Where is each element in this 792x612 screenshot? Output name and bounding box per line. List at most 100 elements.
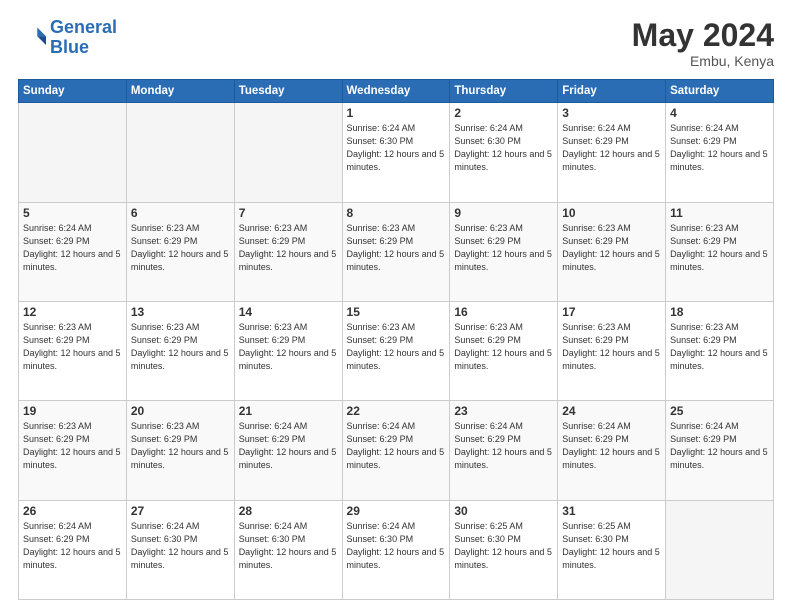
logo-icon <box>18 24 46 52</box>
calendar-cell: 13Sunrise: 6:23 AMSunset: 6:29 PMDayligh… <box>126 301 234 400</box>
weekday-header-monday: Monday <box>126 80 234 103</box>
calendar-cell: 17 Sunrise: 6:23 AMSunset: 6:29 PMDayligh… <box>558 301 666 400</box>
day-number: 11 <box>670 206 769 220</box>
calendar-cell: 23Sunrise: 6:24 AMSunset: 6:29 PMDayligh… <box>450 401 558 500</box>
logo-text: General Blue <box>50 18 117 58</box>
day-number: 4 <box>670 106 769 120</box>
day-info: Sunrise: 6:24 AMSunset: 6:29 PMDaylight:… <box>23 222 122 274</box>
calendar-cell: 22Sunrise: 6:24 AMSunset: 6:29 PMDayligh… <box>342 401 450 500</box>
page: General Blue May 2024 Embu, Kenya Sunday… <box>0 0 792 612</box>
day-info: Sunrise: 6:23 AMSunset: 6:29 PMDaylight:… <box>131 420 230 472</box>
day-number: 6 <box>131 206 230 220</box>
day-info: Sunrise: 6:23 AMSunset: 6:29 PMDaylight:… <box>347 222 446 274</box>
month-year: May 2024 <box>632 18 774 53</box>
day-number: 20 <box>131 404 230 418</box>
calendar-cell: 8 Sunrise: 6:23 AMSunset: 6:29 PMDaylight… <box>342 202 450 301</box>
calendar-cell: 12 Sunrise: 6:23 AMSunset: 6:29 PMDayligh… <box>19 301 127 400</box>
day-info: Sunrise: 6:24 AMSunset: 6:30 PMDaylight:… <box>131 520 230 572</box>
day-info: Sunrise: 6:24 AMSunset: 6:29 PMDaylight:… <box>239 420 338 472</box>
day-number: 3 <box>562 106 661 120</box>
day-info: Sunrise: 6:23 AMSunset: 6:29 PMDaylight:… <box>23 420 122 472</box>
week-row-5: 26 Sunrise: 6:24 AMSunset: 6:29 PMDayligh… <box>19 500 774 599</box>
calendar-cell: 15 Sunrise: 6:23 AMSunset: 6:29 PMDayligh… <box>342 301 450 400</box>
day-info: Sunrise: 6:24 AMSunset: 6:30 PMDaylight:… <box>347 122 446 174</box>
calendar-cell: 20 Sunrise: 6:23 AMSunset: 6:29 PMDayligh… <box>126 401 234 500</box>
calendar-cell: 25Sunrise: 6:24 AMSunset: 6:29 PMDayligh… <box>666 401 774 500</box>
calendar-cell: 10 Sunrise: 6:23 AMSunset: 6:29 PMDayligh… <box>558 202 666 301</box>
day-number: 28 <box>239 504 338 518</box>
day-info: Sunrise: 6:23 AMSunset: 6:29 PMDaylight:… <box>239 222 338 274</box>
day-number: 5 <box>23 206 122 220</box>
calendar-cell: 11Sunrise: 6:23 AMSunset: 6:29 PMDayligh… <box>666 202 774 301</box>
day-info: Sunrise: 6:24 AMSunset: 6:29 PMDaylight:… <box>454 420 553 472</box>
weekday-header-saturday: Saturday <box>666 80 774 103</box>
day-info: Sunrise: 6:23 AMSunset: 6:29 PMDaylight:… <box>23 321 122 373</box>
day-number: 16 <box>454 305 553 319</box>
day-info: Sunrise: 6:25 AMSunset: 6:30 PMDaylight:… <box>454 520 553 572</box>
day-info: Sunrise: 6:23 AMSunset: 6:29 PMDaylight:… <box>239 321 338 373</box>
day-number: 10 <box>562 206 661 220</box>
calendar-cell: 30 Sunrise: 6:25 AMSunset: 6:30 PMDayligh… <box>450 500 558 599</box>
day-number: 18 <box>670 305 769 319</box>
day-number: 9 <box>454 206 553 220</box>
day-info: Sunrise: 6:24 AMSunset: 6:29 PMDaylight:… <box>670 122 769 174</box>
day-info: Sunrise: 6:23 AMSunset: 6:29 PMDaylight:… <box>454 222 553 274</box>
calendar-cell: 7 Sunrise: 6:23 AMSunset: 6:29 PMDaylight… <box>234 202 342 301</box>
day-number: 1 <box>347 106 446 120</box>
calendar-cell: 19 Sunrise: 6:23 AMSunset: 6:29 PMDayligh… <box>19 401 127 500</box>
day-number: 25 <box>670 404 769 418</box>
title-block: May 2024 Embu, Kenya <box>632 18 774 69</box>
day-info: Sunrise: 6:23 AMSunset: 6:29 PMDaylight:… <box>131 222 230 274</box>
day-number: 30 <box>454 504 553 518</box>
calendar-cell: 18 Sunrise: 6:23 AMSunset: 6:29 PMDayligh… <box>666 301 774 400</box>
day-info: Sunrise: 6:24 AMSunset: 6:29 PMDaylight:… <box>562 420 661 472</box>
calendar-cell: 28 Sunrise: 6:24 AMSunset: 6:30 PMDayligh… <box>234 500 342 599</box>
day-info: Sunrise: 6:23 AMSunset: 6:29 PMDaylight:… <box>454 321 553 373</box>
calendar-cell <box>234 103 342 202</box>
calendar-cell: 1 Sunrise: 6:24 AMSunset: 6:30 PMDaylight… <box>342 103 450 202</box>
day-info: Sunrise: 6:24 AMSunset: 6:30 PMDaylight:… <box>239 520 338 572</box>
day-info: Sunrise: 6:24 AMSunset: 6:29 PMDaylight:… <box>347 420 446 472</box>
day-number: 21 <box>239 404 338 418</box>
day-number: 26 <box>23 504 122 518</box>
location: Embu, Kenya <box>632 53 774 69</box>
day-number: 24 <box>562 404 661 418</box>
day-info: Sunrise: 6:23 AMSunset: 6:29 PMDaylight:… <box>670 321 769 373</box>
calendar-cell: 24 Sunrise: 6:24 AMSunset: 6:29 PMDayligh… <box>558 401 666 500</box>
day-number: 19 <box>23 404 122 418</box>
day-number: 8 <box>347 206 446 220</box>
day-number: 15 <box>347 305 446 319</box>
calendar-cell: 5 Sunrise: 6:24 AMSunset: 6:29 PMDaylight… <box>19 202 127 301</box>
day-number: 17 <box>562 305 661 319</box>
calendar-cell: 14 Sunrise: 6:23 AMSunset: 6:29 PMDayligh… <box>234 301 342 400</box>
day-info: Sunrise: 6:23 AMSunset: 6:29 PMDaylight:… <box>562 321 661 373</box>
calendar-cell: 16 Sunrise: 6:23 AMSunset: 6:29 PMDayligh… <box>450 301 558 400</box>
week-row-3: 12 Sunrise: 6:23 AMSunset: 6:29 PMDayligh… <box>19 301 774 400</box>
day-number: 2 <box>454 106 553 120</box>
day-number: 7 <box>239 206 338 220</box>
day-info: Sunrise: 6:24 AMSunset: 6:30 PMDaylight:… <box>454 122 553 174</box>
day-number: 12 <box>23 305 122 319</box>
weekday-header-tuesday: Tuesday <box>234 80 342 103</box>
calendar-cell: 3 Sunrise: 6:24 AMSunset: 6:29 PMDaylight… <box>558 103 666 202</box>
logo-line2: Blue <box>50 37 89 57</box>
week-row-2: 5 Sunrise: 6:24 AMSunset: 6:29 PMDaylight… <box>19 202 774 301</box>
day-number: 29 <box>347 504 446 518</box>
day-info: Sunrise: 6:24 AMSunset: 6:29 PMDaylight:… <box>23 520 122 572</box>
day-info: Sunrise: 6:24 AMSunset: 6:30 PMDaylight:… <box>347 520 446 572</box>
day-info: Sunrise: 6:23 AMSunset: 6:29 PMDaylight:… <box>562 222 661 274</box>
weekday-header-sunday: Sunday <box>19 80 127 103</box>
calendar-cell: 6 Sunrise: 6:23 AMSunset: 6:29 PMDaylight… <box>126 202 234 301</box>
calendar-cell <box>126 103 234 202</box>
day-info: Sunrise: 6:23 AMSunset: 6:29 PMDaylight:… <box>347 321 446 373</box>
weekday-header-friday: Friday <box>558 80 666 103</box>
calendar-cell: 2 Sunrise: 6:24 AMSunset: 6:30 PMDaylight… <box>450 103 558 202</box>
calendar-cell: 27 Sunrise: 6:24 AMSunset: 6:30 PMDayligh… <box>126 500 234 599</box>
logo-line1: General <box>50 17 117 37</box>
day-number: 27 <box>131 504 230 518</box>
day-number: 14 <box>239 305 338 319</box>
day-info: Sunrise: 6:24 AMSunset: 6:29 PMDaylight:… <box>562 122 661 174</box>
calendar-cell: 31Sunrise: 6:25 AMSunset: 6:30 PMDayligh… <box>558 500 666 599</box>
header: General Blue May 2024 Embu, Kenya <box>18 18 774 69</box>
calendar-cell: 29 Sunrise: 6:24 AMSunset: 6:30 PMDayligh… <box>342 500 450 599</box>
